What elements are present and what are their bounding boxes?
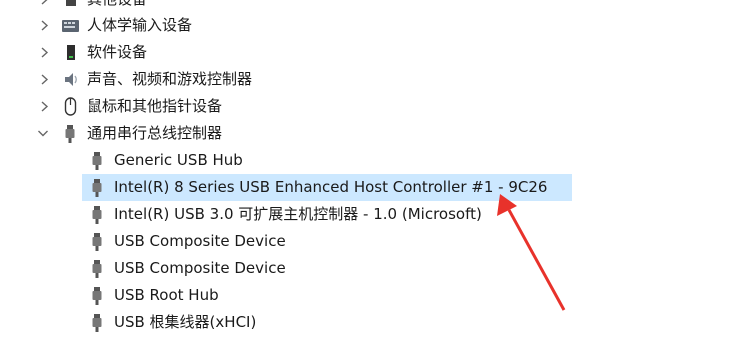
- tree-row-mouse[interactable]: 鼠标和其他指针设备: [0, 93, 732, 120]
- tree-row-software-devices[interactable]: 软件设备: [0, 39, 732, 66]
- tree-row-hid[interactable]: 人体学输入设备: [0, 12, 732, 39]
- tree-label: Intel(R) 8 Series USB Enhanced Host Cont…: [114, 178, 548, 196]
- tree-label: USB Composite Device: [114, 259, 286, 277]
- tree-label: 声音、视频和游戏控制器: [87, 70, 253, 88]
- tree-label: Intel(R) USB 3.0 可扩展主机控制器 - 1.0 (Microso…: [114, 205, 482, 223]
- tree-row-usb-device[interactable]: USB Root Hub: [82, 282, 572, 309]
- tree-label: Generic USB Hub: [114, 151, 243, 169]
- usb-device-icon: [88, 147, 106, 174]
- usb-device-icon: [88, 282, 106, 309]
- tree-label: USB Composite Device: [114, 232, 286, 250]
- usb-device-icon: [88, 228, 106, 255]
- chevron-down-icon[interactable]: [36, 120, 50, 147]
- tree-row-sound-video[interactable]: 声音、视频和游戏控制器: [0, 66, 732, 93]
- tree-row-usb-device[interactable]: USB Composite Device: [82, 255, 572, 282]
- tree-row-usb-device[interactable]: USB Composite Device: [82, 228, 572, 255]
- usb-device-icon: [88, 201, 106, 228]
- tree-label: USB Root Hub: [114, 286, 219, 304]
- keyboard-icon: [61, 12, 79, 39]
- mouse-icon: [62, 93, 80, 120]
- tree-label: 人体学输入设备: [87, 16, 193, 34]
- device-tree: 其他设备 人体学输入设备 软件设备: [0, 0, 732, 332]
- usb-device-icon: [88, 174, 106, 201]
- tree-label: 通用串行总线控制器: [87, 124, 223, 142]
- chevron-right-icon[interactable]: [38, 66, 52, 93]
- speaker-icon: [62, 66, 80, 93]
- software-device-icon: [63, 39, 81, 66]
- chevron-right-icon[interactable]: [38, 39, 52, 66]
- tree-row-usb-controllers[interactable]: 通用串行总线控制器: [0, 120, 732, 147]
- chevron-right-icon[interactable]: [38, 93, 52, 120]
- tree-row-usb-device[interactable]: Intel(R) USB 3.0 可扩展主机控制器 - 1.0 (Microso…: [82, 201, 572, 228]
- tree-row-usb-device-selected[interactable]: Intel(R) 8 Series USB Enhanced Host Cont…: [82, 174, 572, 201]
- tree-row-usb-device[interactable]: Generic USB Hub: [82, 147, 572, 174]
- usb-icon: [61, 120, 79, 147]
- chevron-right-icon[interactable]: [38, 12, 52, 39]
- tree-label: 软件设备: [87, 43, 148, 61]
- usb-device-icon: [88, 255, 106, 282]
- tree-label: 鼠标和其他指针设备: [87, 97, 223, 115]
